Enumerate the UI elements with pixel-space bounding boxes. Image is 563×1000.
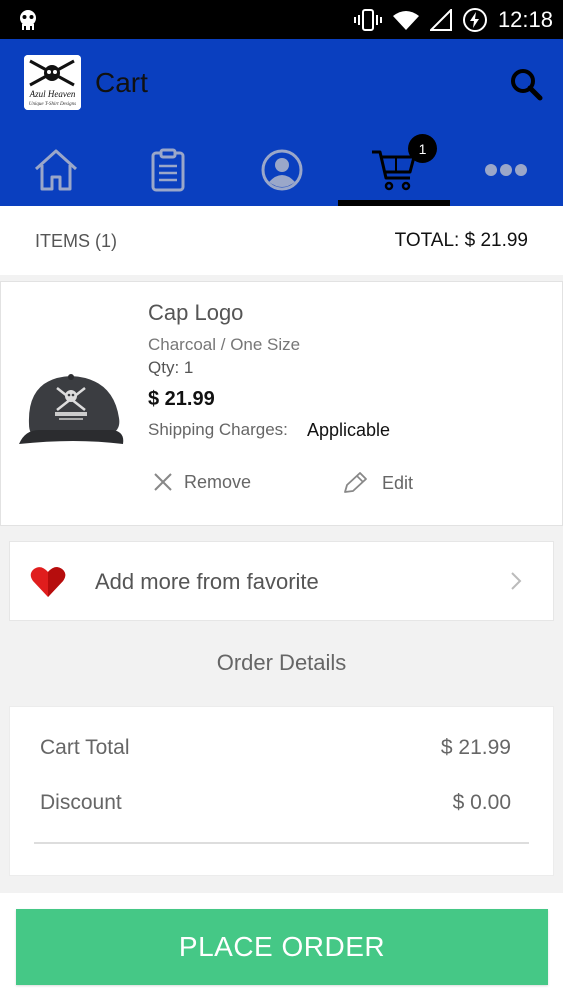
svg-text:Azul Heaven: Azul Heaven	[29, 89, 76, 99]
bottom-action-bar: PLACE ORDER	[0, 893, 563, 1000]
status-bar: 12:18	[0, 0, 563, 39]
place-order-button[interactable]: PLACE ORDER	[16, 909, 548, 985]
battery-charging-icon	[462, 8, 487, 32]
home-icon	[34, 149, 78, 190]
svg-text:Unique T-Shirt Designs: Unique T-Shirt Designs	[29, 102, 76, 107]
cart-total-label: Cart Total	[40, 736, 130, 759]
add-from-favorite-row[interactable]: Add more from favorite	[9, 541, 554, 621]
cart-count-badge: 1	[408, 134, 437, 163]
tab-home[interactable]	[0, 133, 112, 206]
product-name[interactable]: Cap Logo	[148, 300, 243, 326]
product-price: $ 21.99	[148, 388, 215, 410]
close-icon	[154, 473, 172, 491]
add-from-favorite-label: Add more from favorite	[95, 569, 319, 594]
tab-more[interactable]	[450, 133, 562, 206]
cart-summary: ITEMS (1) TOTAL: $ 21.99	[0, 206, 563, 275]
search-icon[interactable]	[509, 67, 543, 101]
product-variant: Charcoal / One Size	[148, 335, 301, 354]
app-logo: Azul Heaven Unique T-Shirt Designs	[24, 55, 81, 110]
chevron-right-icon	[511, 572, 522, 590]
user-icon	[261, 149, 303, 190]
remove-label: Remove	[184, 471, 252, 492]
cart-total-row: Cart Total $ 21.99	[40, 736, 511, 760]
more-icon	[485, 163, 527, 176]
wifi-icon	[392, 11, 419, 30]
order-details-heading: Order Details	[216, 650, 347, 675]
cart-total: TOTAL: $ 21.99	[394, 230, 528, 251]
cart-item: Cap Logo Charcoal / One Size Qty: 1 $ 21…	[0, 281, 563, 526]
items-count: ITEMS (1)	[35, 231, 118, 251]
tab-account[interactable]	[226, 133, 338, 206]
app-bar: Azul Heaven Unique T-Shirt Designs Cart	[0, 39, 563, 206]
vibrate-icon	[353, 9, 382, 31]
discount-value: $ 0.00	[452, 791, 511, 814]
edit-label: Edit	[382, 472, 414, 493]
notification-icon	[20, 10, 36, 30]
product-quantity: Qty: 1	[148, 358, 194, 377]
clipboard-icon	[151, 148, 185, 191]
order-details-card: Cart Total $ 21.99 Discount $ 0.00	[9, 706, 554, 876]
tab-orders[interactable]	[112, 133, 224, 206]
shipping-value: Applicable	[307, 420, 391, 440]
shipping-label: Shipping Charges:	[148, 420, 288, 439]
discount-label: Discount	[40, 791, 122, 814]
bottom-tab-bar	[0, 133, 563, 206]
heart-icon	[30, 567, 66, 597]
divider	[34, 842, 529, 844]
product-image[interactable]	[15, 356, 127, 451]
edit-button[interactable]: Edit	[342, 471, 413, 495]
pencil-icon	[344, 472, 367, 493]
remove-button[interactable]: Remove	[152, 471, 251, 493]
cart-total-value: $ 21.99	[440, 736, 511, 759]
page-title: Cart	[95, 67, 148, 98]
signal-icon	[429, 9, 452, 31]
clock: 12:18	[497, 7, 553, 32]
discount-row: Discount $ 0.00	[40, 791, 511, 815]
